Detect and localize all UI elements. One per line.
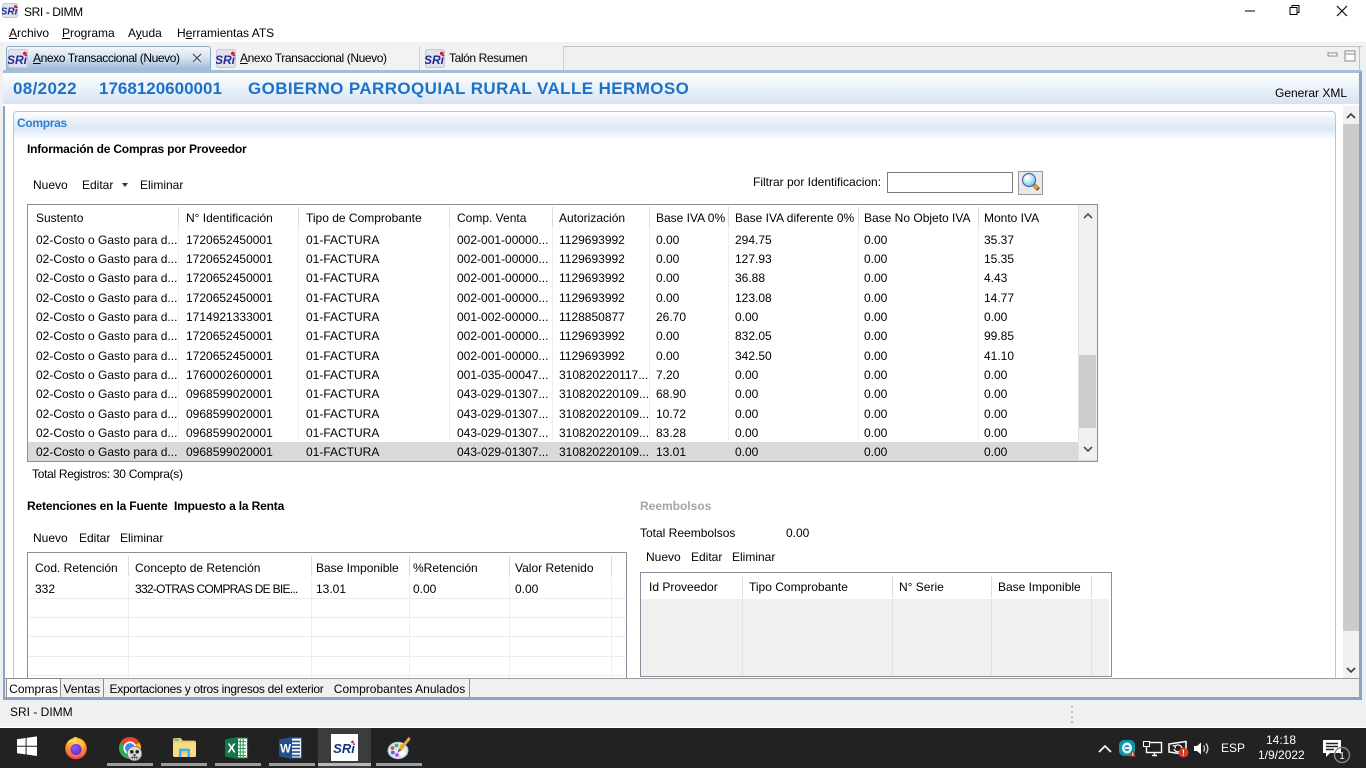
svg-text:1: 1: [1339, 751, 1345, 762]
svg-text:W: W: [280, 744, 291, 756]
svg-text:!: !: [1182, 749, 1185, 758]
svg-text:X: X: [227, 742, 236, 756]
svg-text:SRi: SRi: [2, 7, 18, 18]
